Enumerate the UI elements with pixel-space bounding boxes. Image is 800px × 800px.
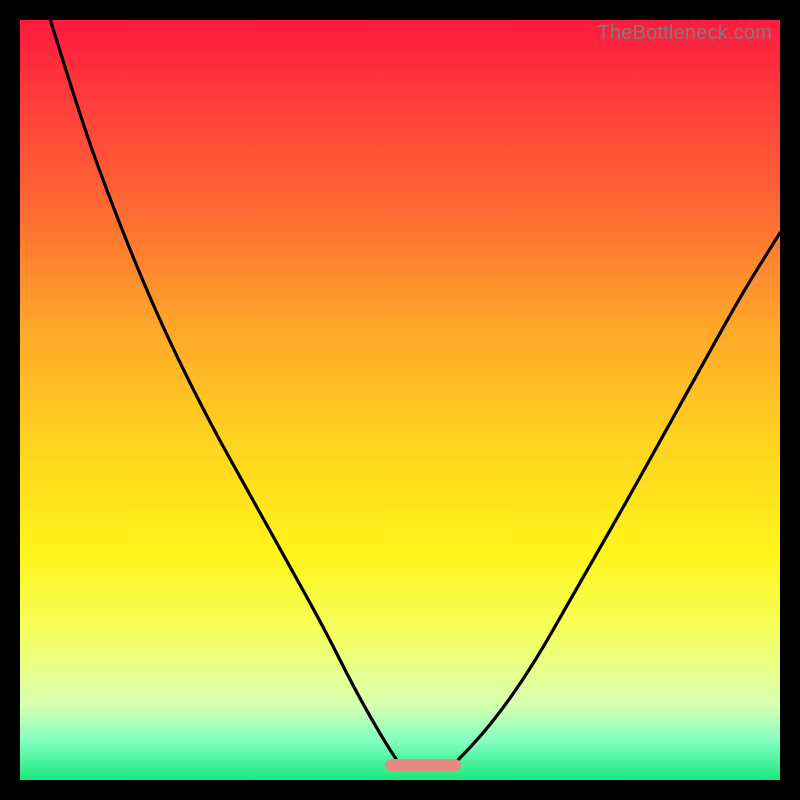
- chart-frame: TheBottleneck.com: [0, 0, 800, 800]
- curve-right-branch: [453, 233, 780, 765]
- curve-left-branch: [50, 20, 400, 765]
- optimal-range-marker: [385, 759, 461, 771]
- bottleneck-curve: [20, 20, 780, 780]
- chart-plot-area: TheBottleneck.com: [20, 20, 780, 780]
